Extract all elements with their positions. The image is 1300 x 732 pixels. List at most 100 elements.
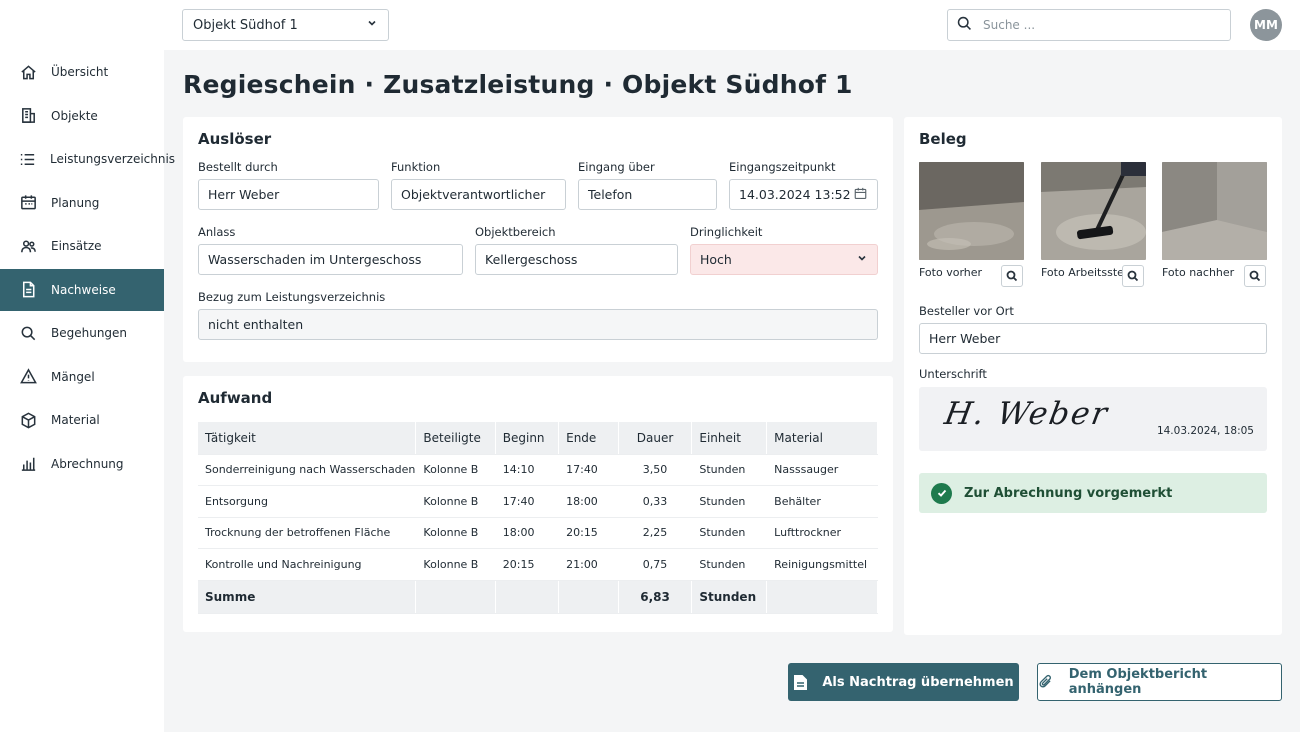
column-header: Beteiligte xyxy=(415,422,496,455)
trigger-heading: Auslöser xyxy=(198,130,272,148)
empty-cell xyxy=(415,580,496,614)
cell-duration: 0,33 xyxy=(618,485,693,518)
chevron-down-icon xyxy=(856,252,868,267)
sum-duration: 6,83 xyxy=(618,580,693,614)
cell-start: 20:15 xyxy=(495,548,560,581)
cell-team: Kolonne B xyxy=(415,485,496,518)
sidebar-item-objekte[interactable]: Objekte xyxy=(0,95,164,137)
sum-label: Summe xyxy=(198,580,417,614)
team-icon xyxy=(18,236,38,256)
photo-before[interactable] xyxy=(919,162,1024,260)
search-box xyxy=(947,9,1231,41)
table-row: Kontrolle und Nachreinigung Kolonne B 20… xyxy=(198,548,878,581)
cell-material: Behälter xyxy=(766,485,878,518)
orderer-label: Besteller vor Ort xyxy=(919,304,1014,318)
received-field[interactable]: 14.03.2024 13:52 xyxy=(729,179,878,210)
object-select[interactable]: Objekt Südhof 1 xyxy=(182,9,389,41)
signature-date: 14.03.2024, 18:05 xyxy=(1156,425,1254,437)
cell-unit: Stunden xyxy=(691,517,768,549)
urgency-select[interactable]: Hoch xyxy=(690,244,878,275)
page-title: Regieschein · Zusatzleistung · Objekt Sü… xyxy=(183,70,853,99)
urgency-value: Hoch xyxy=(700,252,732,267)
reference-field[interactable]: nicht enthalten xyxy=(198,309,878,340)
column-header: Einheit xyxy=(691,422,768,455)
primary-button-label: Als Nachtrag übernehmen xyxy=(822,674,1014,690)
trigger-card: Auslöser Bestellt durch Herr Weber Funkt… xyxy=(183,117,893,362)
calendar-icon xyxy=(18,193,38,213)
area-label: Objektbereich xyxy=(475,225,556,239)
object-select-value: Objekt Südhof 1 xyxy=(193,17,298,33)
table-sum-row: Summe 6,83 Stunden xyxy=(198,580,878,614)
sidebar-item-einsaetze[interactable]: Einsätze xyxy=(0,225,164,267)
sidebar-item-planung[interactable]: Planung xyxy=(0,182,164,224)
orderer-field[interactable]: Herr Weber xyxy=(919,323,1267,354)
ordered-by-label: Bestellt durch xyxy=(198,160,278,174)
cell-unit: Stunden xyxy=(691,548,768,581)
paperclip-icon xyxy=(1039,674,1052,687)
reason-label: Anlass xyxy=(198,225,236,239)
function-field[interactable]: Objektverantwortlicher xyxy=(391,179,566,210)
channel-field[interactable]: Telefon xyxy=(578,179,717,210)
sidebar-item-label: Material xyxy=(51,413,100,427)
cell-end: 21:00 xyxy=(558,548,619,581)
photo-worksite[interactable] xyxy=(1041,162,1146,260)
take-over-as-supplement-button[interactable]: Als Nachtrag übernehmen xyxy=(788,663,1019,701)
attach-to-report-button[interactable]: Dem Objektbericht anhängen xyxy=(1037,663,1282,701)
zoom-photo-after-button[interactable] xyxy=(1244,265,1266,287)
zoom-photo-worksite-button[interactable] xyxy=(1122,265,1144,287)
signature-box: H. Weber 14.03.2024, 18:05 xyxy=(919,387,1267,451)
cell-duration: 0,75 xyxy=(618,548,693,581)
zoom-icon xyxy=(1249,270,1261,282)
bar-chart-icon xyxy=(18,454,38,474)
chevron-down-icon xyxy=(366,17,378,33)
table-row: Sonderreinigung nach Wasserschaden Kolon… xyxy=(198,454,878,486)
reason-field[interactable]: Wasserschaden im Untergeschoss xyxy=(198,244,463,275)
sidebar-item-nachweise[interactable]: Nachweise xyxy=(0,268,164,311)
sidebar-item-material[interactable]: Material xyxy=(0,399,164,441)
sidebar-item-begehungen[interactable]: Begehungen xyxy=(0,312,164,354)
zoom-photo-before-button[interactable] xyxy=(1001,265,1023,287)
sidebar-item-abrechnung[interactable]: Abrechnung xyxy=(0,443,164,485)
status-text: Zur Abrechnung vorgemerkt xyxy=(964,485,1173,501)
table-header-row: Tätigkeit Beteiligte Beginn Ende Dauer E… xyxy=(198,422,878,455)
cell-duration: 3,50 xyxy=(618,454,693,486)
cell-start: 18:00 xyxy=(495,517,560,549)
sidebar-item-label: Leistungsverzeichnis xyxy=(50,152,176,166)
signature: H. Weber xyxy=(941,396,1112,432)
sidebar-item-label: Übersicht xyxy=(51,65,109,79)
cell-end: 18:00 xyxy=(558,485,619,518)
search-icon xyxy=(956,15,973,36)
cell-start: 14:10 xyxy=(495,454,560,486)
empty-cell xyxy=(766,580,878,614)
cell-unit: Stunden xyxy=(691,485,768,518)
building-icon xyxy=(18,106,38,126)
sidebar-item-label: Nachweise xyxy=(51,282,116,297)
avatar[interactable]: MM xyxy=(1250,9,1282,41)
effort-heading: Aufwand xyxy=(198,389,273,407)
sum-unit: Stunden xyxy=(691,580,768,614)
channel-label: Eingang über xyxy=(578,160,655,174)
check-circle-icon xyxy=(931,482,952,504)
search-input[interactable] xyxy=(983,18,1203,32)
calendar-icon[interactable] xyxy=(853,186,868,204)
sidebar-item-uebersicht[interactable]: Übersicht xyxy=(0,51,164,93)
sidebar-item-maengel[interactable]: Mängel xyxy=(0,356,164,398)
cell-end: 17:40 xyxy=(558,454,619,486)
search-icon xyxy=(18,323,38,343)
evidence-card: Beleg Foto vorher Foto Arbeitsstelle Fot… xyxy=(904,117,1282,635)
area-field[interactable]: Kellergeschoss xyxy=(475,244,678,275)
ordered-by-field[interactable]: Herr Weber xyxy=(198,179,379,210)
sidebar-item-label: Abrechnung xyxy=(51,456,124,471)
cell-team: Kolonne B xyxy=(415,454,496,486)
sidebar-item-leistungsverzeichnis[interactable]: Leistungsverzeichnis xyxy=(0,138,175,180)
photo-after[interactable] xyxy=(1162,162,1267,260)
cell-material: Lufttrockner xyxy=(766,517,878,549)
cell-task: Trocknung der betroffenen Fläche xyxy=(198,517,417,549)
column-header: Beginn xyxy=(495,422,560,455)
column-header: Dauer xyxy=(618,422,693,455)
effort-table: Tätigkeit Beteiligte Beginn Ende Dauer E… xyxy=(198,422,878,614)
sidebar-item-label: Begehungen xyxy=(51,326,128,340)
cell-task: Entsorgung xyxy=(198,485,417,518)
zoom-icon xyxy=(1006,270,1018,282)
cell-end: 20:15 xyxy=(558,517,619,549)
